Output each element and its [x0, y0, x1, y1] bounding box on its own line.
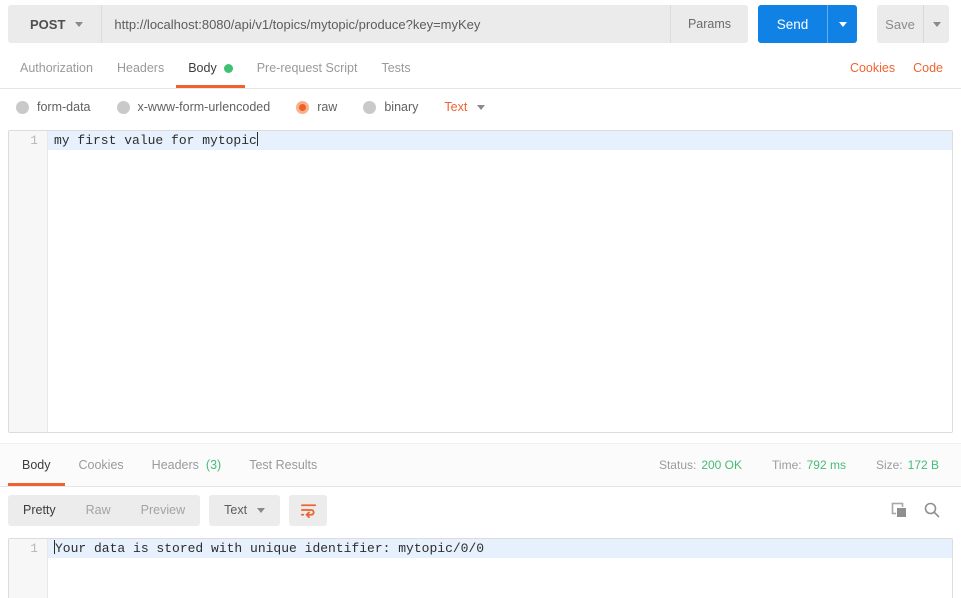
cookies-link[interactable]: Cookies: [850, 61, 895, 75]
line-number: 1: [9, 131, 48, 150]
time-stat: Time: 792 ms: [772, 458, 846, 472]
active-tab-underline: [8, 483, 65, 486]
line-number: 1: [9, 539, 48, 558]
save-options-button[interactable]: [923, 5, 949, 43]
url-input[interactable]: [101, 5, 670, 43]
tab-body[interactable]: Body: [176, 48, 245, 88]
tab-tests[interactable]: Tests: [369, 48, 422, 88]
search-response-button[interactable]: [923, 501, 941, 519]
copy-icon: [891, 502, 907, 518]
time-value: 792 ms: [806, 458, 846, 472]
active-tab-underline: [176, 85, 245, 88]
editor-line-content: Your data is stored with unique identifi…: [48, 539, 952, 558]
copy-response-button[interactable]: [890, 501, 909, 520]
tab-label: Cookies: [78, 458, 124, 472]
toolbar-right-icons: [890, 501, 953, 520]
url-group: POST Params: [8, 5, 748, 43]
size-value: 172 B: [907, 458, 939, 472]
editor-empty-area: [9, 558, 952, 598]
tabs-right-links: Cookies Code: [850, 48, 953, 88]
chevron-down-icon: [257, 507, 266, 513]
time-label: Time:: [772, 458, 802, 472]
editor-empty-area: [9, 150, 952, 432]
gutter: [9, 558, 48, 598]
headers-count: (3): [205, 458, 222, 472]
body-type-row: form-data x-www-form-urlencoded raw bina…: [0, 89, 961, 125]
radio-selected-icon: [296, 100, 310, 114]
tab-label: Authorization: [20, 61, 93, 75]
tab-label: Headers: [151, 458, 199, 472]
code-link[interactable]: Code: [913, 61, 943, 75]
request-url-bar: POST Params Send Save: [0, 0, 961, 48]
chevron-down-icon: [75, 21, 84, 27]
response-tabs-row: Body Cookies Headers (3) Test Results St…: [0, 443, 961, 487]
radio-label: x-www-form-urlencoded: [137, 100, 271, 114]
response-tab-test-results[interactable]: Test Results: [235, 444, 331, 486]
wrap-text-button[interactable]: [289, 494, 328, 526]
response-stats: Status: 200 OK Time: 792 ms Size: 172 B: [659, 444, 953, 486]
response-format-group: Text: [209, 494, 281, 526]
size-label: Size:: [875, 458, 903, 472]
status-value: 200 OK: [701, 458, 743, 472]
body-content-indicator-dot: [223, 63, 233, 73]
tab-authorization[interactable]: Authorization: [8, 48, 105, 88]
radio-icon: [363, 100, 377, 114]
search-icon: [924, 502, 940, 518]
status-label: Status:: [658, 458, 697, 472]
tab-label: Tests: [381, 61, 411, 75]
radio-form-data[interactable]: form-data: [16, 100, 91, 114]
editor-line: 1 my first value for mytopic: [9, 131, 952, 150]
editor-blank: [48, 558, 952, 598]
response-format-dropdown[interactable]: Text: [209, 495, 280, 526]
request-body-editor[interactable]: 1 my first value for mytopic: [8, 130, 953, 433]
gutter: [9, 150, 48, 432]
radio-x-www-form-urlencoded[interactable]: x-www-form-urlencoded: [116, 100, 271, 114]
view-mode-preview[interactable]: Preview: [126, 495, 200, 526]
format-label: Text: [444, 100, 468, 114]
response-tab-body[interactable]: Body: [8, 444, 65, 486]
view-mode-raw[interactable]: Raw: [71, 495, 126, 526]
response-tab-headers[interactable]: Headers (3): [138, 444, 236, 486]
send-options-button[interactable]: [827, 5, 857, 43]
response-tab-cookies[interactable]: Cookies: [65, 444, 138, 486]
view-mode-pretty[interactable]: Pretty: [8, 495, 71, 526]
format-label: Text: [224, 503, 248, 517]
radio-label: form-data: [37, 100, 91, 114]
chevron-down-icon: [838, 21, 847, 27]
radio-icon: [116, 100, 130, 114]
wrap-text-icon: [300, 503, 316, 518]
text-cursor: [256, 132, 258, 146]
status-stat: Status: 200 OK: [659, 458, 742, 472]
view-mode-group: Pretty Raw Preview: [8, 494, 201, 526]
editor-line-content: my first value for mytopic: [48, 131, 952, 150]
tab-label: Body: [22, 458, 51, 472]
editor-blank: [48, 150, 952, 432]
save-button-group: Save: [877, 5, 949, 43]
tab-label: Test Results: [249, 458, 318, 472]
editor-line: 1 Your data is stored with unique identi…: [9, 539, 952, 558]
response-body-editor[interactable]: 1 Your data is stored with unique identi…: [8, 538, 953, 598]
radio-label: raw: [317, 100, 338, 114]
size-stat: Size: 172 B: [876, 458, 939, 472]
params-button[interactable]: Params: [670, 5, 748, 43]
tab-label: Pre-request Script: [256, 61, 358, 75]
send-button-group: Send: [758, 5, 857, 43]
chevron-down-icon: [477, 104, 486, 110]
tab-label: Body: [188, 61, 217, 75]
response-toolbar: Pretty Raw Preview Text: [0, 487, 961, 533]
tab-label: Headers: [116, 61, 165, 75]
radio-label: binary: [384, 100, 419, 114]
save-button[interactable]: Save: [877, 5, 923, 43]
send-button[interactable]: Send: [758, 5, 827, 43]
tab-headers[interactable]: Headers: [105, 48, 176, 88]
tab-pre-request-script[interactable]: Pre-request Script: [245, 48, 370, 88]
radio-raw[interactable]: raw: [296, 100, 337, 114]
radio-icon: [16, 100, 29, 114]
method-dropdown[interactable]: POST: [8, 5, 101, 43]
request-tabs: Authorization Headers Body Pre-request S…: [0, 48, 961, 89]
radio-binary[interactable]: binary: [363, 100, 418, 114]
method-label: POST: [30, 16, 66, 32]
raw-format-dropdown[interactable]: Text: [444, 100, 486, 114]
chevron-down-icon: [932, 21, 941, 27]
